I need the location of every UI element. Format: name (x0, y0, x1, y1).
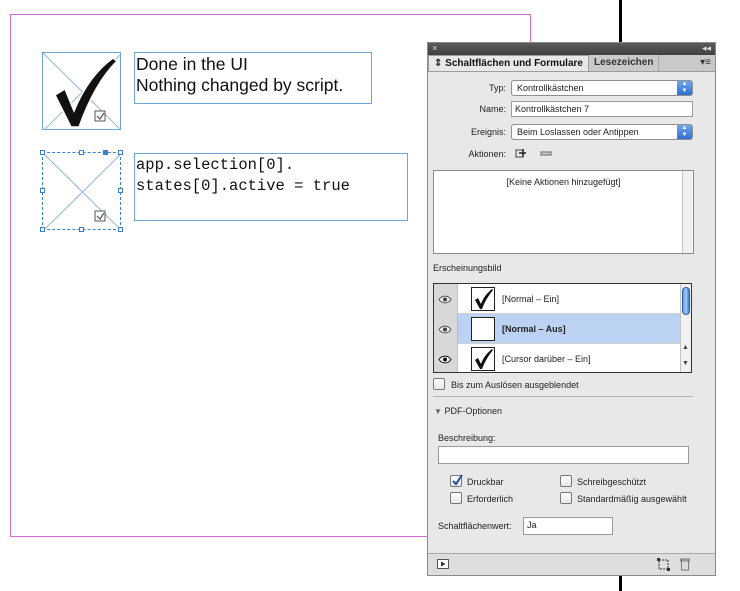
actions-scrollbar[interactable] (682, 171, 693, 253)
scroll-thumb[interactable] (682, 287, 690, 315)
checkmark-icon (475, 289, 493, 309)
text-line: Done in the UI (136, 54, 248, 74)
tab-label: Lesezeichen (593, 57, 654, 68)
pdf-options-disclosure[interactable]: ▼ PDF-Optionen (434, 406, 502, 416)
description-field[interactable] (438, 446, 689, 464)
appearance-name: [Cursor darüber – Ein] (502, 354, 591, 364)
event-label: Ereignis: (470, 127, 506, 137)
name-label: Name: (479, 104, 506, 114)
scroll-down-arrow-icon[interactable]: ▼ (682, 360, 689, 367)
default-selected-checkbox[interactable] (560, 492, 572, 504)
close-icon[interactable]: × (432, 43, 437, 55)
selection-handle[interactable] (40, 150, 45, 155)
required-label: Erforderlich (467, 494, 514, 504)
name-field[interactable]: Kontrollkästchen 7 (511, 101, 693, 117)
readonly-label: Schreibgeschützt (577, 477, 647, 487)
panel-menu-icon[interactable]: ▾≡ (700, 57, 711, 68)
printable-label: Druckbar (467, 477, 504, 487)
button-value-label: Schaltflächenwert: (438, 521, 512, 531)
selection-handle[interactable] (40, 227, 45, 232)
type-label: Typ: (488, 83, 506, 93)
scroll-up-arrow-icon[interactable]: ▲ (682, 344, 689, 351)
appearance-title: Erscheinungsbild (433, 263, 502, 273)
button-value-field[interactable]: Ja (523, 517, 613, 535)
collapse-icon[interactable]: ◂◂ (702, 43, 711, 55)
appearance-list[interactable]: [Normal – Ein] [Normal – Aus] [Cursor da… (433, 283, 692, 373)
event-select-value: Beim Loslassen oder Antippen (517, 127, 639, 137)
select-arrows-icon: ▲ ▼ (677, 125, 692, 139)
panel-tab-bar: ⇕ Schaltflächen und Formulare Lesezeiche… (428, 55, 715, 72)
text-frame-script-note[interactable]: app.selection[0]. states[0].active = tru… (134, 153, 408, 221)
eye-icon (438, 355, 452, 364)
visibility-toggle[interactable] (434, 314, 458, 344)
trash-icon[interactable] (680, 558, 690, 571)
spread-divider-bottom (619, 574, 622, 591)
event-select[interactable]: Beim Loslassen oder Antippen ▲ ▼ (511, 124, 693, 140)
appearance-thumbnail (471, 317, 495, 341)
actions-empty-text: [Keine Aktionen hinzugefügt] (506, 177, 621, 187)
selection-handle[interactable] (103, 150, 108, 155)
hidden-until-triggered-checkbox[interactable] (433, 378, 445, 390)
appearance-scrollbar[interactable]: ▲ ▼ (680, 284, 691, 372)
button-type-badge-icon (94, 210, 106, 222)
buttons-and-forms-panel: × ◂◂ ⇕ Schaltflächen und Formulare Lesez… (427, 42, 716, 576)
text-line: states[0].active = true (136, 177, 350, 195)
checkmark-icon (475, 349, 493, 369)
selection-handle[interactable] (40, 188, 45, 193)
actions-list[interactable]: [Keine Aktionen hinzugefügt] (433, 170, 694, 254)
add-action-icon[interactable] (515, 147, 527, 159)
actions-label: Aktionen: (468, 149, 506, 159)
appearance-row-rollover-on[interactable]: [Cursor darüber – Ein] (434, 344, 682, 372)
selection-handle[interactable] (118, 150, 123, 155)
checkbox-frame-selected[interactable] (42, 152, 121, 230)
type-select-value: Kontrollkästchen (517, 83, 584, 93)
preview-icon[interactable] (437, 559, 449, 570)
checkbox-frame-checked[interactable] (42, 52, 121, 130)
selection-handle[interactable] (118, 227, 123, 232)
hidden-until-triggered-label: Bis zum Auslösen ausgeblendet (451, 380, 579, 390)
select-arrows-icon: ▲ ▼ (677, 81, 692, 95)
appearance-thumbnail (471, 287, 495, 311)
readonly-checkbox[interactable] (560, 475, 572, 487)
appearance-thumbnail (471, 347, 495, 371)
type-select[interactable]: Kontrollkästchen ▲ ▼ (511, 80, 693, 96)
appearance-name: [Normal – Ein] (502, 294, 560, 304)
text-line: Nothing changed by script. (136, 75, 344, 95)
spread-divider-top (619, 0, 622, 44)
appearance-name: [Normal – Aus] (502, 324, 566, 334)
printable-checkbox[interactable] (450, 474, 463, 487)
required-checkbox[interactable] (450, 492, 462, 504)
remove-action-icon[interactable] (540, 147, 552, 159)
visibility-toggle[interactable] (434, 284, 458, 314)
pdf-options-label: PDF-Optionen (444, 406, 502, 416)
checkmark-icon (452, 474, 463, 486)
eye-icon (438, 325, 452, 334)
default-selected-label: Standardmäßig ausgewählt (577, 494, 687, 504)
selection-handle[interactable] (79, 150, 84, 155)
text-frame-ui-note[interactable]: Done in the UI Nothing changed by script… (134, 52, 372, 104)
tab-buttons-and-forms[interactable]: ⇕ Schaltflächen und Formulare (428, 55, 589, 71)
text-line: app.selection[0]. (136, 156, 295, 174)
appearance-row-normal-off[interactable]: [Normal – Aus] (434, 314, 682, 344)
eye-icon (438, 295, 452, 304)
visibility-toggle[interactable] (434, 344, 458, 372)
tab-bookmarks[interactable]: Lesezeichen (589, 55, 660, 71)
convert-object-icon[interactable] (657, 558, 671, 571)
disclosure-triangle-icon: ▼ (434, 407, 442, 416)
selection-handle[interactable] (118, 188, 123, 193)
panel-title-strip: × ◂◂ (428, 43, 715, 55)
tab-label: Schaltflächen und Formulare (445, 58, 583, 69)
panel-bottom-bar (428, 553, 715, 575)
divider (433, 396, 693, 397)
selection-handle[interactable] (79, 227, 84, 232)
tab-toggle-icon: ⇕ (434, 58, 443, 69)
button-type-badge-icon (94, 110, 106, 122)
appearance-row-normal-on[interactable]: [Normal – Ein] (434, 284, 682, 314)
description-label: Beschreibung: (438, 433, 496, 443)
